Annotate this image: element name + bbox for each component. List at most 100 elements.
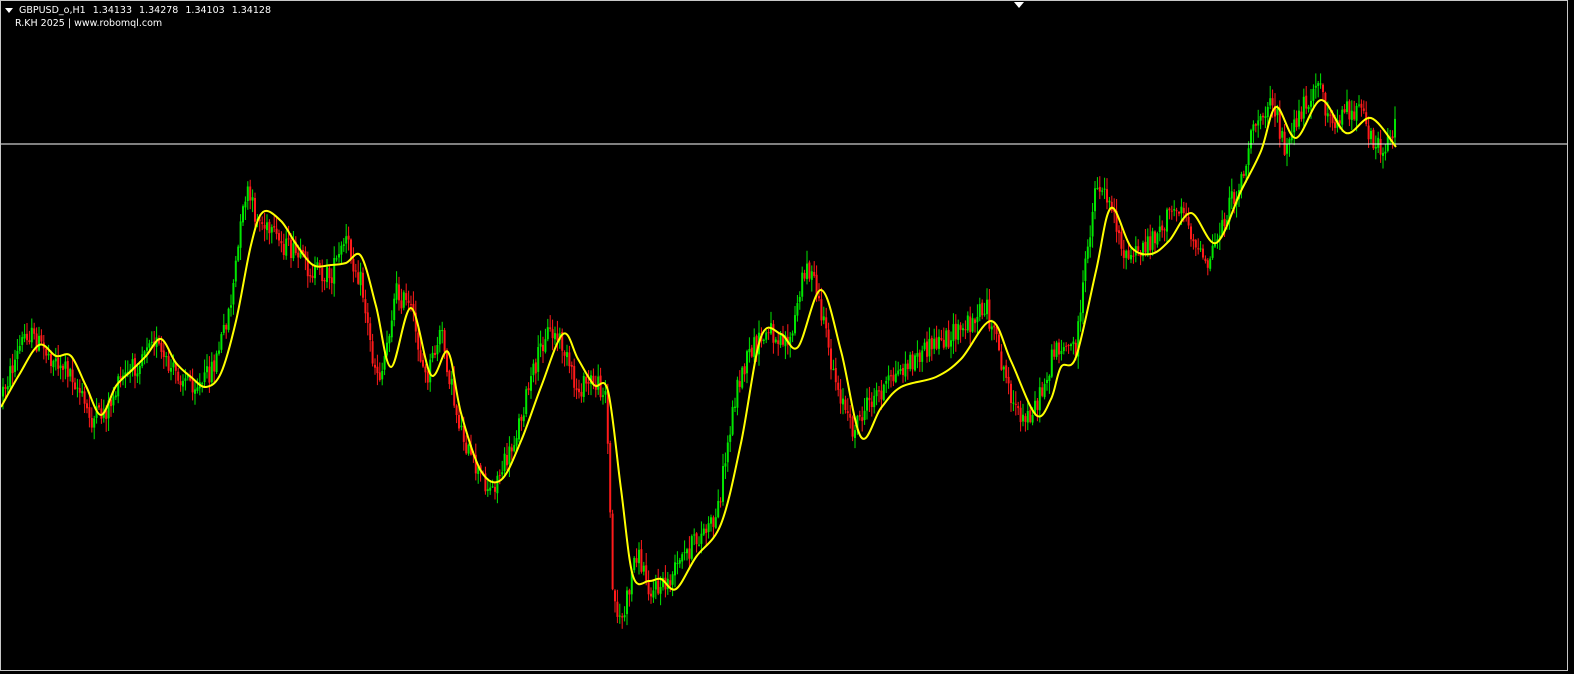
candle-bull [1377,137,1380,148]
candle-bear [364,299,367,314]
candle-bear [98,405,100,408]
candle-bear [417,332,420,350]
candle-bull [23,334,26,339]
candle-bull [390,320,393,338]
candle-bear [1329,114,1332,116]
candle-bull [582,376,585,397]
candle-bull [681,554,684,562]
candle-bear [1194,240,1197,248]
candle-bull [794,315,796,334]
candle-bear [1300,111,1303,120]
candle-bear [640,549,643,572]
candle-bull [1384,151,1387,154]
candle-bear [650,593,652,597]
candle-bull [1211,245,1214,258]
candle-bear [719,501,722,503]
candle-bear [321,268,324,282]
candle-bull [801,272,804,297]
candle-bear [405,293,408,301]
candle-bull [1326,113,1329,117]
candle-bull [81,390,84,394]
candle-bear [868,397,871,401]
candles-layer [2,73,1396,629]
candle-bear [695,533,698,545]
chart-menu-triangle-icon[interactable] [5,8,13,13]
candle-bull [196,387,199,391]
candle-bear [827,329,830,348]
candle-bear [1007,376,1010,384]
candle-bear [26,333,28,341]
chart-shift-marker-icon[interactable] [1014,2,1024,8]
candle-bull [1312,88,1315,101]
candle-bull [700,533,703,544]
candle-bull [597,376,600,390]
candle-bull [431,352,434,359]
candle-bull [201,383,204,385]
candle-bull [693,534,696,536]
candle-bull [1314,85,1317,88]
candle-bull [554,333,556,340]
candle-bull [143,351,146,356]
candle-bear [580,391,583,397]
candle-bear [534,362,537,374]
candle-bear [1204,258,1207,262]
candle-bear [1372,129,1375,149]
candle-bear [1391,136,1394,139]
candle-bull [395,283,398,300]
candle-bear [705,528,708,533]
candle-bull [150,341,153,343]
candle-bear [1197,248,1200,250]
candle-bull [1026,411,1029,423]
candle-bull [345,236,348,244]
candle-bear [330,277,333,283]
candle-bear [1154,231,1156,244]
candle-bear [1343,109,1346,113]
candle-bull [791,333,794,336]
candle-bear [918,352,921,362]
candle-bear [1170,210,1173,212]
candle-bull [1319,83,1322,85]
candle-bull [602,395,604,397]
candle-bull [227,308,230,330]
candle-bull [218,350,220,354]
candle-bull [1346,101,1348,112]
candle-bull [1091,211,1094,237]
candle-bull [6,386,9,390]
candle-bull [544,339,547,352]
candle-bull [496,475,499,494]
candle-bear [297,252,300,258]
candle-bull [765,332,768,340]
candle-bear [861,417,864,422]
candle-bear [1067,345,1070,346]
candle-bull [978,304,981,317]
candle-bull [894,373,897,383]
candle-bear [191,379,194,393]
candle-bull [633,557,636,571]
chart-window[interactable]: GBPUSD_o,H1 1.34133 1.34278 1.34103 1.34… [0,0,1568,671]
candle-bull [172,362,175,368]
candle-bull [1084,258,1087,281]
candle-bull [112,396,115,406]
candle-bear [911,354,914,370]
candle-bull [1151,231,1154,250]
candle-bear [268,221,271,234]
candle-bull [1103,188,1106,190]
candle-bear [551,329,554,339]
candle-bear [1175,210,1178,212]
candle-bear [906,363,909,370]
ohlc-readout: GBPUSD_o,H1 1.34133 1.34278 1.34103 1.34… [19,4,275,17]
candle-bear [66,361,69,377]
candle-bull [762,339,765,341]
candle-bear [1120,231,1123,249]
candle-bear [1353,111,1356,120]
candle-bear [890,375,892,377]
candle-bull [671,574,674,585]
candle-bull [285,238,288,256]
candle-bull [950,340,952,347]
candle-bull [1002,366,1005,370]
candle-bull [690,536,693,559]
price-chart[interactable] [1,1,1568,671]
candle-bull [566,352,568,358]
candle-bull [525,389,528,414]
candle-bear [1190,226,1192,240]
